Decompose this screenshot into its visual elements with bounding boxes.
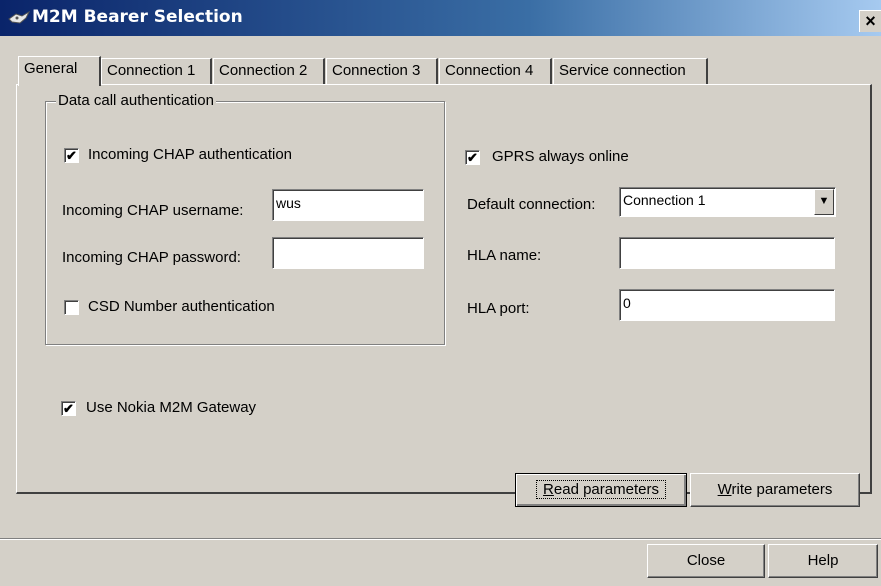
read-parameters-label: Read parameters <box>536 480 666 499</box>
hla-port-label: HLA port: <box>467 300 530 317</box>
tab-service-connection[interactable]: Service connection <box>553 58 708 84</box>
use-gateway-checkbox[interactable]: ✔ <box>61 401 76 416</box>
tab-connection-1[interactable]: Connection 1 <box>101 58 212 84</box>
default-connection-value: Connection 1 <box>623 192 706 208</box>
csd-number-label: CSD Number authentication <box>88 298 275 315</box>
group-legend: Data call authentication <box>56 92 216 109</box>
footer-separator <box>0 538 881 540</box>
chap-password-input[interactable] <box>272 237 424 269</box>
chevron-down-icon[interactable]: ▼ <box>814 189 834 215</box>
tab-connection-3[interactable]: Connection 3 <box>326 58 438 84</box>
general-tab-panel: Data call authentication ✔ Incoming CHAP… <box>16 84 872 507</box>
tab-connection-4[interactable]: Connection 4 <box>439 58 552 84</box>
incoming-chap-label: Incoming CHAP authentication <box>88 146 293 163</box>
chap-username-input[interactable]: wus <box>272 189 424 221</box>
gprs-always-online-checkbox[interactable]: ✔ <box>465 150 480 165</box>
hla-port-input[interactable]: 0 <box>619 289 835 321</box>
app-icon <box>8 11 30 24</box>
chap-password-label: Incoming CHAP password: <box>62 249 241 266</box>
data-call-authentication-group: Data call authentication ✔ Incoming CHAP… <box>45 92 445 345</box>
window-title: M2M Bearer Selection <box>32 7 243 27</box>
tab-general[interactable]: General <box>18 56 101 86</box>
hla-name-label: HLA name: <box>467 247 542 264</box>
help-button[interactable]: Help <box>768 544 878 578</box>
default-connection-label: Default connection: <box>467 196 596 213</box>
close-icon[interactable]: × <box>859 10 881 32</box>
dialog-window: M2M Bearer Selection × General Connectio… <box>0 0 881 586</box>
incoming-chap-checkbox[interactable]: ✔ <box>64 148 79 163</box>
hla-name-input[interactable] <box>619 237 835 269</box>
close-button[interactable]: Close <box>647 544 765 578</box>
gprs-always-online-label: GPRS always online <box>492 148 629 165</box>
default-connection-select[interactable]: Connection 1 ▼ <box>619 187 836 217</box>
use-gateway-label: Use Nokia M2M Gateway <box>86 399 257 416</box>
chap-username-label: Incoming CHAP username: <box>62 202 244 219</box>
csd-number-checkbox[interactable] <box>64 300 79 315</box>
write-parameters-button[interactable]: Write parameters <box>690 473 860 507</box>
tab-connection-2[interactable]: Connection 2 <box>213 58 325 84</box>
write-parameters-label: Write parameters <box>717 481 833 498</box>
title-bar[interactable]: M2M Bearer Selection × <box>0 0 881 36</box>
read-parameters-button[interactable]: Read parameters <box>515 473 687 507</box>
